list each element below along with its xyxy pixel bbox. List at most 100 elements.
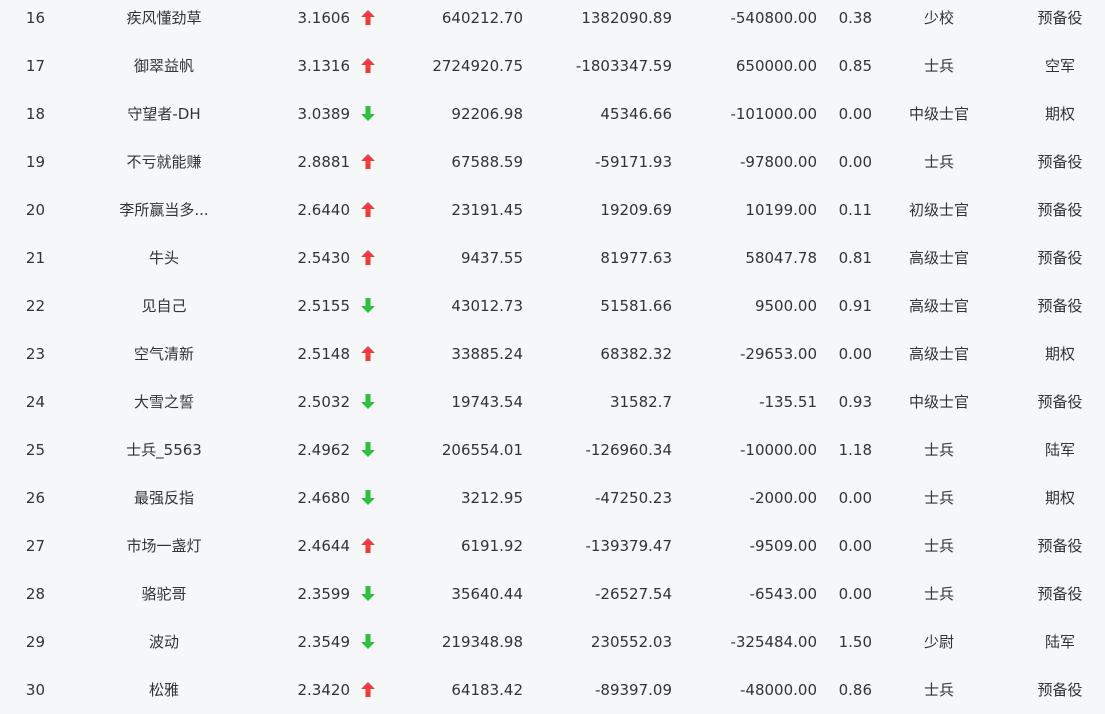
table-row[interactable]: 17 御翠益帆 3.1316 2724920.75 -1803347.59 650000.… (0, 42, 1105, 90)
value-3-cell: 58047.78 (745, 249, 817, 267)
level-cell: 少尉 (923, 633, 954, 651)
value-2-cell: -139379.47 (585, 537, 672, 555)
table-row[interactable]: 21 牛头 2.5430 9437.55 81977.63 58047.78 0.81 高级士… (0, 234, 1105, 282)
category-cell: 预备役 (1037, 537, 1083, 555)
value-1-cell: 67588.59 (451, 153, 523, 171)
rank-cell: 25 (17, 426, 77, 474)
score-cell: 2.3549 (297, 633, 351, 651)
value-4-cell: 0.00 (838, 345, 872, 363)
value-2-cell: -59171.93 (595, 153, 672, 171)
arrow-down-icon (359, 282, 377, 330)
name-cell: 骆驼哥 (141, 585, 187, 603)
arrow-down-icon (359, 426, 377, 474)
arrow-down-icon (359, 474, 377, 522)
arrow-down-icon (359, 90, 377, 138)
rank-number: 28 (25, 585, 45, 603)
score-cell: 2.5032 (297, 393, 351, 411)
value-1-cell: 19743.54 (451, 393, 523, 411)
category-cell: 期权 (1044, 105, 1075, 123)
value-1-cell: 35640.44 (451, 585, 523, 603)
value-4-cell: 0.11 (838, 201, 872, 219)
value-4-cell: 0.00 (838, 585, 872, 603)
rank-number: 27 (25, 537, 45, 555)
category-cell: 预备役 (1037, 681, 1083, 699)
value-2-cell: 81977.63 (600, 249, 672, 267)
value-2-cell: -47250.23 (595, 489, 672, 507)
value-1-cell: 92206.98 (451, 105, 523, 123)
table-row[interactable]: 23 空气清新 2.5148 33885.24 68382.32 -29653.00 0.0… (0, 330, 1105, 378)
value-4-cell: 0.85 (838, 57, 872, 75)
rank-number: 25 (25, 441, 45, 459)
rank-number: 16 (25, 9, 45, 27)
table-row[interactable]: 26 最强反指 2.4680 3212.95 -47250.23 -2000.00 0.00… (0, 474, 1105, 522)
name-cell: 李所赢当多... (119, 201, 209, 219)
value-3-cell: -48000.00 (740, 681, 817, 699)
table-row[interactable]: 20 李所赢当多... 2.6440 23191.45 19209.69 10199.00… (0, 186, 1105, 234)
rank-number: 24 (25, 393, 45, 411)
value-2-cell: 31582.7 (609, 393, 672, 411)
rank-number: 17 (25, 57, 45, 75)
rank-cell: 21 (17, 234, 77, 282)
table-row[interactable]: 30 松雅 2.3420 64183.42 -89397.09 -48000.00 0.86… (0, 666, 1105, 714)
table-row[interactable]: 16 疾风懂劲草 3.1606 640212.70 1382090.89 -540800.… (0, 0, 1105, 42)
value-1-cell: 3212.95 (460, 489, 523, 507)
table-row[interactable]: 22 见自己 2.5155 43012.73 51581.66 9500.00 0.91 高级… (0, 282, 1105, 330)
level-cell: 士兵 (923, 153, 954, 171)
value-3-cell: 650000.00 (735, 57, 817, 75)
score-cell: 2.3420 (297, 681, 351, 699)
arrow-down-icon (359, 570, 377, 618)
value-2-cell: 1382090.89 (581, 9, 672, 27)
value-1-cell: 43012.73 (451, 297, 523, 315)
level-cell: 中级士官 (908, 105, 969, 123)
value-1-cell: 64183.42 (451, 681, 523, 699)
category-cell: 陆军 (1044, 633, 1075, 651)
value-2-cell: -126960.34 (585, 441, 672, 459)
value-4-cell: 1.50 (838, 633, 872, 651)
rank-cell: 20 (17, 186, 77, 234)
category-cell: 陆军 (1044, 441, 1075, 459)
value-3-cell: 9500.00 (754, 297, 817, 315)
value-4-cell: 0.00 (838, 153, 872, 171)
category-cell: 空军 (1044, 57, 1075, 75)
value-3-cell: -2000.00 (749, 489, 817, 507)
score-cell: 3.0389 (297, 105, 351, 123)
level-cell: 中级士官 (908, 393, 969, 411)
rank-number: 23 (25, 345, 45, 363)
level-cell: 初级士官 (908, 201, 969, 219)
value-3-cell: -10000.00 (740, 441, 817, 459)
rank-cell: 22 (17, 282, 77, 330)
level-cell: 士兵 (923, 489, 954, 507)
table-row[interactable]: 18 守望者-DH 3.0389 92206.98 45346.66 -101000.00… (0, 90, 1105, 138)
value-2-cell: 230552.03 (590, 633, 672, 651)
value-3-cell: -101000.00 (730, 105, 817, 123)
table-row[interactable]: 28 骆驼哥 2.3599 35640.44 -26527.54 -6543.00 0.00… (0, 570, 1105, 618)
value-2-cell: 45346.66 (600, 105, 672, 123)
value-1-cell: 9437.55 (460, 249, 523, 267)
level-cell: 士兵 (923, 585, 954, 603)
arrow-up-icon (359, 186, 377, 234)
category-cell: 预备役 (1037, 9, 1083, 27)
rank-cell: 28 (17, 570, 77, 618)
score-cell: 3.1316 (297, 57, 351, 75)
table-row[interactable]: 27 市场一盏灯 2.4644 6191.92 -139379.47 -9509.00 0.… (0, 522, 1105, 570)
arrow-up-icon (359, 42, 377, 90)
score-cell: 2.6440 (297, 201, 351, 219)
rank-number: 18 (25, 105, 45, 123)
level-cell: 高级士官 (908, 249, 969, 267)
name-cell: 大雪之誓 (133, 393, 194, 411)
table-row[interactable]: 24 大雪之誓 2.5032 19743.54 31582.7 -135.51 0.93 中级… (0, 378, 1105, 426)
arrow-up-icon (359, 330, 377, 378)
level-cell: 少校 (923, 9, 954, 27)
table-row[interactable]: 29 波动 2.3549 219348.98 230552.03 -325484.00 1.… (0, 618, 1105, 666)
score-cell: 2.4644 (297, 537, 351, 555)
rank-cell: 18 (17, 90, 77, 138)
level-cell: 士兵 (923, 57, 954, 75)
table-row[interactable]: 25 士兵_5563 2.4962 206554.01 -126960.34 -10000… (0, 426, 1105, 474)
value-4-cell: 0.81 (838, 249, 872, 267)
level-cell: 士兵 (923, 441, 954, 459)
name-cell: 士兵_5563 (126, 441, 202, 459)
rank-cell: 27 (17, 522, 77, 570)
value-1-cell: 2724920.75 (432, 57, 523, 75)
level-cell: 士兵 (923, 681, 954, 699)
table-row[interactable]: 19 不亏就能赚 2.8881 67588.59 -59171.93 -97800.00 0… (0, 138, 1105, 186)
